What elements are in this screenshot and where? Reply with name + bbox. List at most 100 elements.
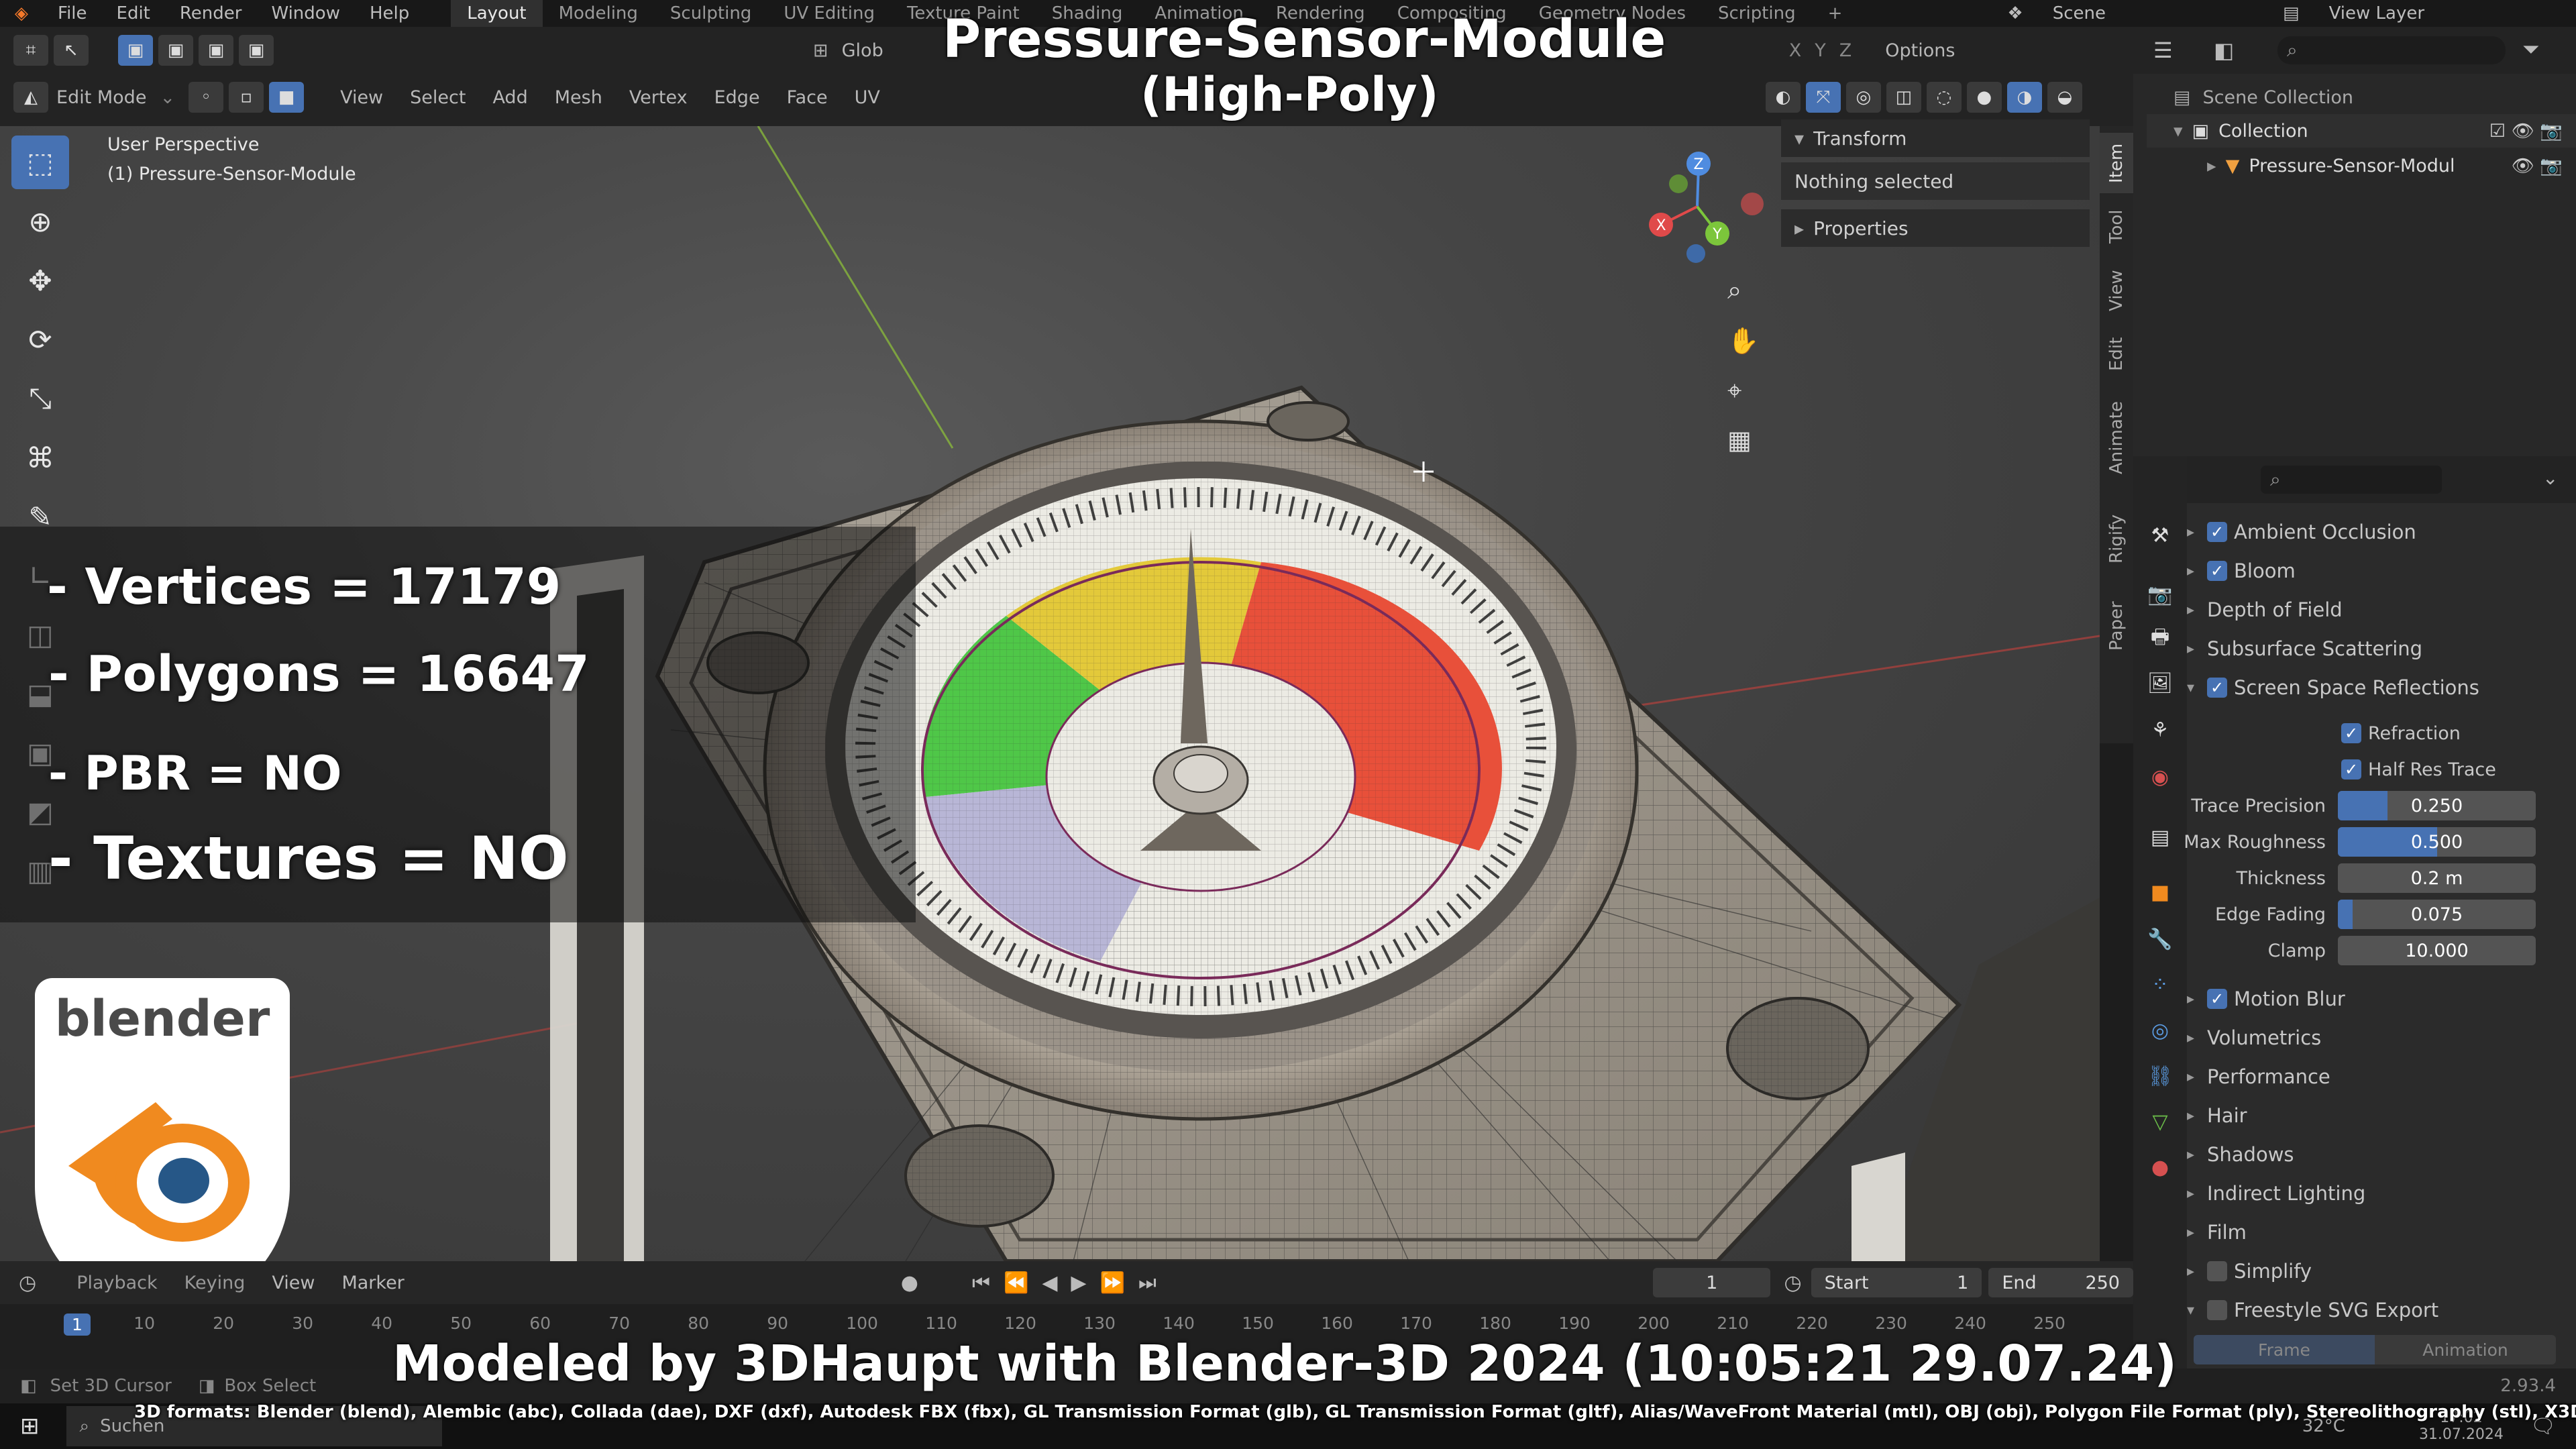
options-dropdown[interactable]: Options <box>1872 40 1968 61</box>
ortho-grid-icon[interactable]: ▦ <box>1727 425 1752 455</box>
section-film[interactable]: ▸ Film <box>2187 1216 2247 1249</box>
refraction-option[interactable]: ✓ Refraction <box>2341 716 2461 750</box>
workspace-tab-sculpting[interactable]: Sculpting <box>654 3 767 23</box>
select-subtract-icon[interactable]: ▣ <box>199 35 233 66</box>
material-props-icon[interactable]: ● <box>2145 1152 2175 1182</box>
shading-solid-icon[interactable]: ● <box>1966 82 2002 113</box>
menu-face[interactable]: Face <box>773 87 841 108</box>
windows-start-icon[interactable]: ⊞ <box>20 1413 40 1440</box>
visibility-icon[interactable]: ◐ <box>1765 82 1801 113</box>
section-freestyle-svg-export[interactable]: ▾ Freestyle SVG Export <box>2187 1293 2438 1327</box>
timeline-menu-playback[interactable]: Playback <box>76 1273 157 1293</box>
shading-rendered-icon[interactable]: ◒ <box>2047 82 2082 113</box>
tab-rigify[interactable]: Rigify <box>2100 502 2133 576</box>
editor-type-icon[interactable]: ⌗ <box>13 35 48 66</box>
menu-render[interactable]: Render <box>165 3 257 23</box>
render-props-icon[interactable]: 📷 <box>2145 580 2175 609</box>
timeline-menu-keying[interactable]: Keying <box>184 1273 246 1293</box>
tab-tool[interactable]: Tool <box>2100 200 2133 254</box>
section-hair[interactable]: ▸ Hair <box>2187 1099 2247 1132</box>
filter-funnel-icon[interactable]: ⏷ <box>2522 36 2540 62</box>
blender-menu-icon[interactable]: ◈ <box>0 3 43 23</box>
constraints-props-icon[interactable]: ⛓ <box>2145 1061 2175 1091</box>
section-subsurface-scattering[interactable]: ▸ Subsurface Scattering <box>2187 632 2422 665</box>
menu-edge[interactable]: Edge <box>701 87 773 108</box>
menu-file[interactable]: File <box>43 3 102 23</box>
overlay-toggle-icon[interactable]: ◎ <box>1845 82 1881 113</box>
data-props-icon[interactable]: ▽ <box>2145 1107 2175 1136</box>
collection-props-icon[interactable]: ▤ <box>2145 822 2175 852</box>
refraction-checkbox[interactable]: ✓ <box>2341 723 2361 743</box>
timeline-menu-view[interactable]: View <box>272 1273 315 1293</box>
view-layer-props-icon[interactable]: 🖼 <box>2145 668 2175 698</box>
thickness-field[interactable]: 0.2 m <box>2338 863 2536 893</box>
play-reverse-icon[interactable]: ◀ <box>1042 1271 1057 1295</box>
record-icon[interactable]: ● <box>901 1271 918 1295</box>
collection-row[interactable]: ▾ ▣ Collection ☑ 👁 📷 <box>2147 114 2576 148</box>
axis-y-toggle[interactable]: Y <box>1815 40 1826 61</box>
select-box-tool-icon[interactable]: ⬚ <box>11 136 69 189</box>
rotate-tool-icon[interactable]: ⟳ <box>11 313 69 366</box>
vertex-select-icon[interactable]: ◦ <box>189 82 224 113</box>
prev-keyframe-icon[interactable]: ⏪ <box>1004 1271 1028 1295</box>
pan-hand-icon[interactable]: ✋ <box>1727 326 1759 356</box>
transform-orientation-select[interactable]: Glob <box>828 40 897 61</box>
properties-search-input[interactable]: ⌕ <box>2261 466 2442 494</box>
play-icon[interactable]: ▶ <box>1071 1271 1086 1295</box>
collection-checkbox-icon[interactable]: ☑ 👁 📷 <box>2489 120 2563 142</box>
navigation-gizmo[interactable]: Z X Y <box>1637 140 1771 274</box>
section-screen-space-reflections[interactable]: ▾ ✓ Screen Space Reflections <box>2187 671 2479 704</box>
menu-mesh[interactable]: Mesh <box>541 87 616 108</box>
face-select-icon[interactable]: ■ <box>269 82 305 113</box>
select-invert-icon[interactable]: ▣ <box>239 35 274 66</box>
view-layer-label[interactable]: View Layer <box>2314 3 2439 23</box>
menu-add[interactable]: Add <box>479 87 541 108</box>
mode-select[interactable]: Edit Mode <box>51 87 160 108</box>
edge-select-icon[interactable]: ▫ <box>229 82 264 113</box>
simplify-checkbox[interactable] <box>2207 1261 2227 1281</box>
move-tool-icon[interactable]: ✥ <box>11 254 69 307</box>
workspace-tab-layout[interactable]: Layout <box>451 0 543 27</box>
timeline-editor-type-icon[interactable]: ◷ <box>19 1271 36 1295</box>
max-roughness-slider[interactable]: 0.500 <box>2338 827 2536 857</box>
tab-item[interactable]: Item <box>2100 133 2133 193</box>
section-ambient-occlusion[interactable]: ▸ ✓ Ambient Occlusion <box>2187 515 2416 549</box>
select-box-icon[interactable]: ▣ <box>118 35 153 66</box>
half-res-trace-checkbox[interactable]: ✓ <box>2341 759 2361 780</box>
section-bloom[interactable]: ▸ ✓ Bloom <box>2187 554 2296 588</box>
transform-tool-icon[interactable]: ⌘ <box>11 431 69 484</box>
gizmo-toggle-icon[interactable]: ⤧ <box>1805 82 1841 113</box>
tab-paper[interactable]: Paper <box>2100 589 2133 663</box>
tab-animate[interactable]: Animate <box>2100 388 2133 488</box>
section-performance[interactable]: ▸ Performance <box>2187 1060 2330 1093</box>
zoom-icon[interactable]: ⌕ <box>1727 275 1741 305</box>
freestyle-svg-export-checkbox[interactable] <box>2207 1300 2227 1320</box>
scene-label[interactable]: Scene <box>2038 3 2121 23</box>
section-indirect-lighting[interactable]: ▸ Indirect Lighting <box>2187 1177 2365 1210</box>
section-simplify[interactable]: ▸ Simplify <box>2187 1254 2312 1288</box>
frame-tab[interactable]: Frame <box>2194 1335 2375 1364</box>
xray-toggle-icon[interactable]: ◫ <box>1886 82 1921 113</box>
edge-fading-slider[interactable]: 0.075 <box>2338 900 2536 929</box>
workspace-tab-modeling[interactable]: Modeling <box>543 3 654 23</box>
workspace-tab-uv-editing[interactable]: UV Editing <box>767 3 891 23</box>
shading-material-icon[interactable]: ◑ <box>2006 82 2042 113</box>
axis-z-toggle[interactable]: Z <box>1839 40 1852 61</box>
motion-blur-checkbox[interactable]: ✓ <box>2207 989 2227 1009</box>
current-frame-field[interactable]: 1 <box>1652 1268 1771 1297</box>
section-depth-of-field[interactable]: ▸ Depth of Field <box>2187 593 2343 627</box>
axis-x-toggle[interactable]: X <box>1789 40 1802 61</box>
tab-edit[interactable]: Edit <box>2100 327 2133 381</box>
tab-view[interactable]: View <box>2100 260 2133 321</box>
select-mode-icon[interactable]: ↖ <box>54 35 89 66</box>
clock-icon[interactable]: ◷ <box>1784 1271 1801 1295</box>
section-volumetrics[interactable]: ▸ Volumetrics <box>2187 1021 2321 1055</box>
object-row[interactable]: ▸ ▼ Pressure-Sensor-Modul 👁 📷 <box>2147 149 2576 182</box>
outliner-search-input[interactable]: ⌕ <box>2277 36 2506 64</box>
ssr-checkbox[interactable]: ✓ <box>2207 678 2227 698</box>
scene-props-icon[interactable]: ⚘ <box>2145 715 2175 745</box>
shading-wireframe-icon[interactable]: ◌ <box>1926 82 1962 113</box>
animation-tab[interactable]: Animation <box>2375 1335 2556 1364</box>
end-frame-field[interactable]: End 250 <box>1988 1268 2133 1297</box>
visibility-eye-icon[interactable]: 👁 📷 <box>2512 155 2563 176</box>
